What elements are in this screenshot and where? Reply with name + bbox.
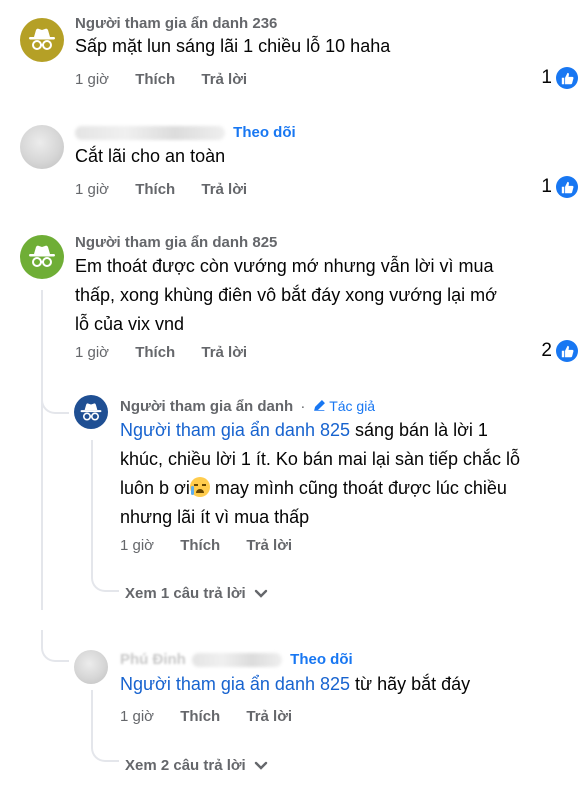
anonymous-avatar[interactable] (20, 235, 64, 279)
thread-line (41, 290, 43, 610)
reply-line-2: khúc, chiều lời 1 ít. Ko bán mai lại sàn… (120, 449, 521, 469)
reply-button[interactable]: Trả lời (201, 344, 247, 361)
reply-button[interactable]: Trả lời (246, 708, 292, 725)
like-button[interactable]: Thích (180, 537, 220, 554)
anonymous-icon (29, 245, 55, 267)
blurred-avatar[interactable] (20, 125, 64, 169)
reply-text-part: sáng bán là lời 1 (350, 420, 488, 440)
commenter-name[interactable]: Người tham gia ẩn danh 236 (75, 15, 277, 32)
blurred-name (192, 653, 282, 668)
reply-button[interactable]: Trả lời (246, 537, 292, 554)
follow-button[interactable]: Theo dõi (233, 124, 296, 141)
reply-text-part: may mình cũng thoát được lúc chiều (209, 478, 507, 498)
view-replies-button[interactable]: Xem 2 câu trả lời (125, 757, 268, 774)
comment-text: Sấp mặt lun sáng lãi 1 chiều lỗ 10 haha (75, 36, 391, 56)
reaction-number: 1 (541, 176, 552, 197)
reaction-number: 1 (541, 67, 552, 88)
author-badge: Tác giả (313, 398, 376, 414)
thumbs-up-icon (556, 340, 578, 362)
commenter-name-row: Theo dõi (75, 124, 296, 141)
timestamp[interactable]: 1 giờ (120, 537, 154, 554)
comment-line: Em thoát được còn vướng mớ nhưng vẫn lời… (75, 256, 494, 276)
reply-line-3: luôn b ơi may mình cũng thoát được lúc c… (120, 474, 580, 503)
blurred-name[interactable] (75, 126, 225, 141)
timestamp[interactable]: 1 giờ (75, 71, 109, 88)
comment-text: Cắt lãi cho an toàn (75, 146, 226, 166)
mention-link[interactable]: Người tham gia ẩn danh 825 (120, 420, 350, 440)
crying-face-icon (189, 477, 210, 497)
reply-text-part: luôn b ơi (120, 478, 190, 498)
pencil-icon (313, 400, 325, 411)
comment-actions: 1 giờ Thích Trả lời (75, 344, 269, 361)
reply-text: Người tham gia ẩn danh 825 từ hãy bắt đá… (120, 670, 470, 699)
thumbs-up-icon (556, 67, 578, 89)
like-button[interactable]: Thích (180, 708, 220, 725)
thread-connector (91, 560, 119, 592)
reply-text-part: từ hãy bắt đáy (350, 674, 471, 694)
reply-button[interactable]: Trả lời (201, 71, 247, 88)
view-replies-button[interactable]: Xem 1 câu trả lời (125, 585, 268, 602)
reply-line-1: Người tham gia ẩn danh 825 sáng bán là l… (120, 416, 580, 445)
comment-actions: 1 giờ Thích Trả lời (75, 181, 269, 198)
view-replies-label: Xem 1 câu trả lời (125, 585, 246, 602)
commenter-name[interactable]: Phú Đinh (120, 651, 186, 668)
reply-text: Người tham gia ẩn danh 825 sáng bán là l… (120, 416, 580, 532)
like-button[interactable]: Thích (135, 344, 175, 361)
thumbs-up-icon (556, 176, 578, 198)
comment-text: Em thoát được còn vướng mớ nhưng vẫn lời… (75, 252, 580, 339)
thread-connector (41, 382, 69, 414)
reply-header: Người tham gia ẩn danh · Tác giả (120, 398, 375, 415)
anonymous-icon (80, 402, 102, 420)
thread-connector (41, 630, 69, 662)
anonymous-icon (29, 28, 55, 50)
comment-line: thấp, xong khùng điên vô bắt đáy xong vư… (75, 285, 497, 305)
reaction-count[interactable]: 1 (541, 67, 578, 89)
chevron-down-icon (254, 761, 267, 770)
mention-link[interactable]: Người tham gia ẩn danh 825 (120, 674, 350, 694)
timestamp[interactable]: 1 giờ (120, 708, 154, 725)
reaction-count[interactable]: 2 (541, 340, 578, 362)
thread-connector (91, 730, 119, 762)
like-button[interactable]: Thích (135, 71, 175, 88)
commenter-name[interactable]: Người tham gia ẩn danh 825 (75, 234, 277, 251)
reaction-count[interactable]: 1 (541, 176, 578, 198)
view-replies-label: Xem 2 câu trả lời (125, 757, 246, 774)
comment-actions: 1 giờ Thích Trả lời (75, 71, 269, 88)
anonymous-avatar[interactable] (74, 395, 108, 429)
follow-button[interactable]: Theo dõi (290, 651, 353, 668)
comment-line: lỗ của vix vnd (75, 314, 185, 334)
chevron-down-icon (254, 589, 267, 598)
reply-line-4: nhưng lãi ít vì mua thấp (120, 507, 310, 527)
blurred-avatar[interactable] (74, 650, 108, 684)
reply-button[interactable]: Trả lời (201, 181, 247, 198)
reply-actions: 1 giờ Thích Trả lời (120, 537, 314, 554)
commenter-name[interactable]: Người tham gia ẩn danh (120, 398, 293, 415)
timestamp[interactable]: 1 giờ (75, 344, 109, 361)
reply-actions: 1 giờ Thích Trả lời (120, 708, 314, 725)
reply-header: Phú Đinh Theo dõi (120, 651, 353, 668)
anonymous-avatar[interactable] (20, 18, 64, 62)
separator: · (300, 398, 306, 415)
reaction-number: 2 (541, 340, 552, 361)
like-button[interactable]: Thích (135, 181, 175, 198)
author-badge-label: Tác giả (329, 398, 376, 414)
timestamp[interactable]: 1 giờ (75, 181, 109, 198)
thread-line-reply (91, 440, 93, 570)
